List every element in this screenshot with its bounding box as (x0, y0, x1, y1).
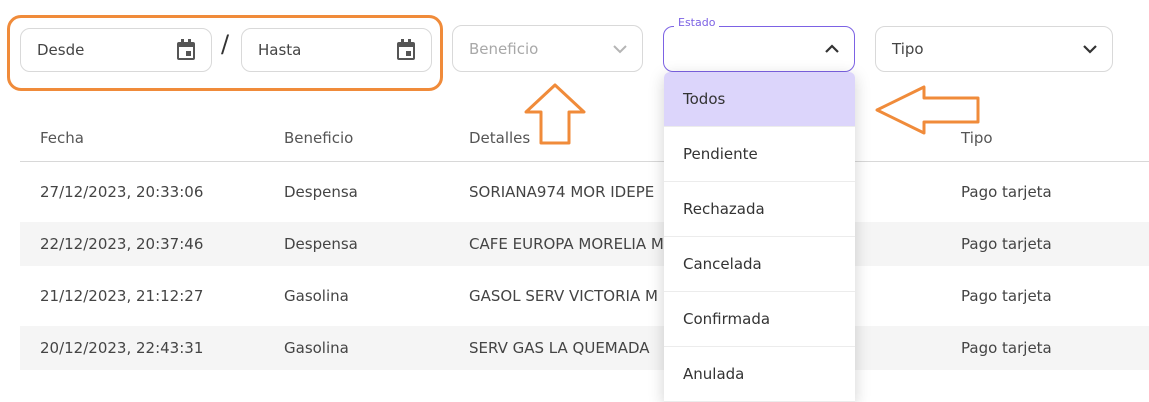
cell-fecha: 27/12/2023, 20:33:06 (40, 183, 204, 201)
chevron-down-icon (1083, 45, 1097, 54)
column-header-fecha: Fecha (40, 129, 84, 147)
cell-fecha: 21/12/2023, 21:12:27 (40, 287, 204, 305)
column-header-beneficio: Beneficio (284, 129, 354, 147)
tipo-select[interactable]: Tipo (875, 26, 1113, 72)
desde-date-field[interactable]: Desde (20, 28, 212, 72)
calendar-icon[interactable] (175, 38, 197, 62)
cell-tipo: Pago tarjeta (961, 287, 1052, 305)
cell-fecha: 22/12/2023, 20:37:46 (40, 235, 204, 253)
cell-fecha: 20/12/2023, 22:43:31 (40, 339, 204, 357)
hasta-date-field[interactable]: Hasta (241, 28, 432, 72)
estado-option-confirmada[interactable]: Confirmada (664, 292, 855, 347)
table-row[interactable]: 20/12/2023, 22:43:31 Gasolina SERV GAS L… (20, 326, 1149, 370)
cell-detalles: GASOL SERV VICTORIA M (469, 287, 658, 305)
chevron-up-icon (825, 44, 839, 53)
cell-tipo: Pago tarjeta (961, 235, 1052, 253)
estado-option-todos[interactable]: Todos (664, 72, 855, 127)
cell-detalles: CAFE EUROPA MORELIA M (469, 235, 664, 253)
beneficio-select[interactable]: Beneficio (452, 25, 643, 72)
cell-detalles: SERV GAS LA QUEMADA (469, 339, 650, 357)
estado-dropdown-menu: Todos Pendiente Rechazada Cancelada Conf… (664, 72, 855, 402)
table-row[interactable]: 22/12/2023, 20:37:46 Despensa CAFE EUROP… (20, 222, 1149, 266)
table-row[interactable]: 21/12/2023, 21:12:27 Gasolina GASOL SERV… (20, 274, 1149, 318)
cell-beneficio: Despensa (284, 183, 358, 201)
cell-detalles: SORIANA974 MOR IDEPE (469, 183, 655, 201)
cell-beneficio: Gasolina (284, 339, 349, 357)
tipo-placeholder: Tipo (892, 40, 924, 58)
left-arrow-annotation (875, 85, 980, 135)
cell-beneficio: Despensa (284, 235, 358, 253)
estado-option-cancelada[interactable]: Cancelada (664, 237, 855, 292)
up-arrow-annotation (524, 83, 586, 145)
chevron-down-icon (613, 44, 627, 53)
cell-tipo: Pago tarjeta (961, 183, 1052, 201)
cell-tipo: Pago tarjeta (961, 339, 1052, 357)
estado-option-rechazada[interactable]: Rechazada (664, 182, 855, 237)
beneficio-placeholder: Beneficio (469, 39, 539, 58)
estado-floating-label: Estado (674, 16, 720, 29)
table-row[interactable]: 27/12/2023, 20:33:06 Despensa SORIANA974… (20, 170, 1149, 214)
cell-beneficio: Gasolina (284, 287, 349, 305)
estado-option-anulada[interactable]: Anulada (664, 347, 855, 402)
header-divider (20, 161, 1149, 162)
date-separator: / (221, 30, 230, 58)
calendar-icon[interactable] (395, 38, 417, 62)
hasta-label: Hasta (258, 41, 302, 59)
estado-select[interactable] (663, 26, 855, 72)
desde-label: Desde (37, 41, 85, 59)
estado-option-pendiente[interactable]: Pendiente (664, 127, 855, 182)
